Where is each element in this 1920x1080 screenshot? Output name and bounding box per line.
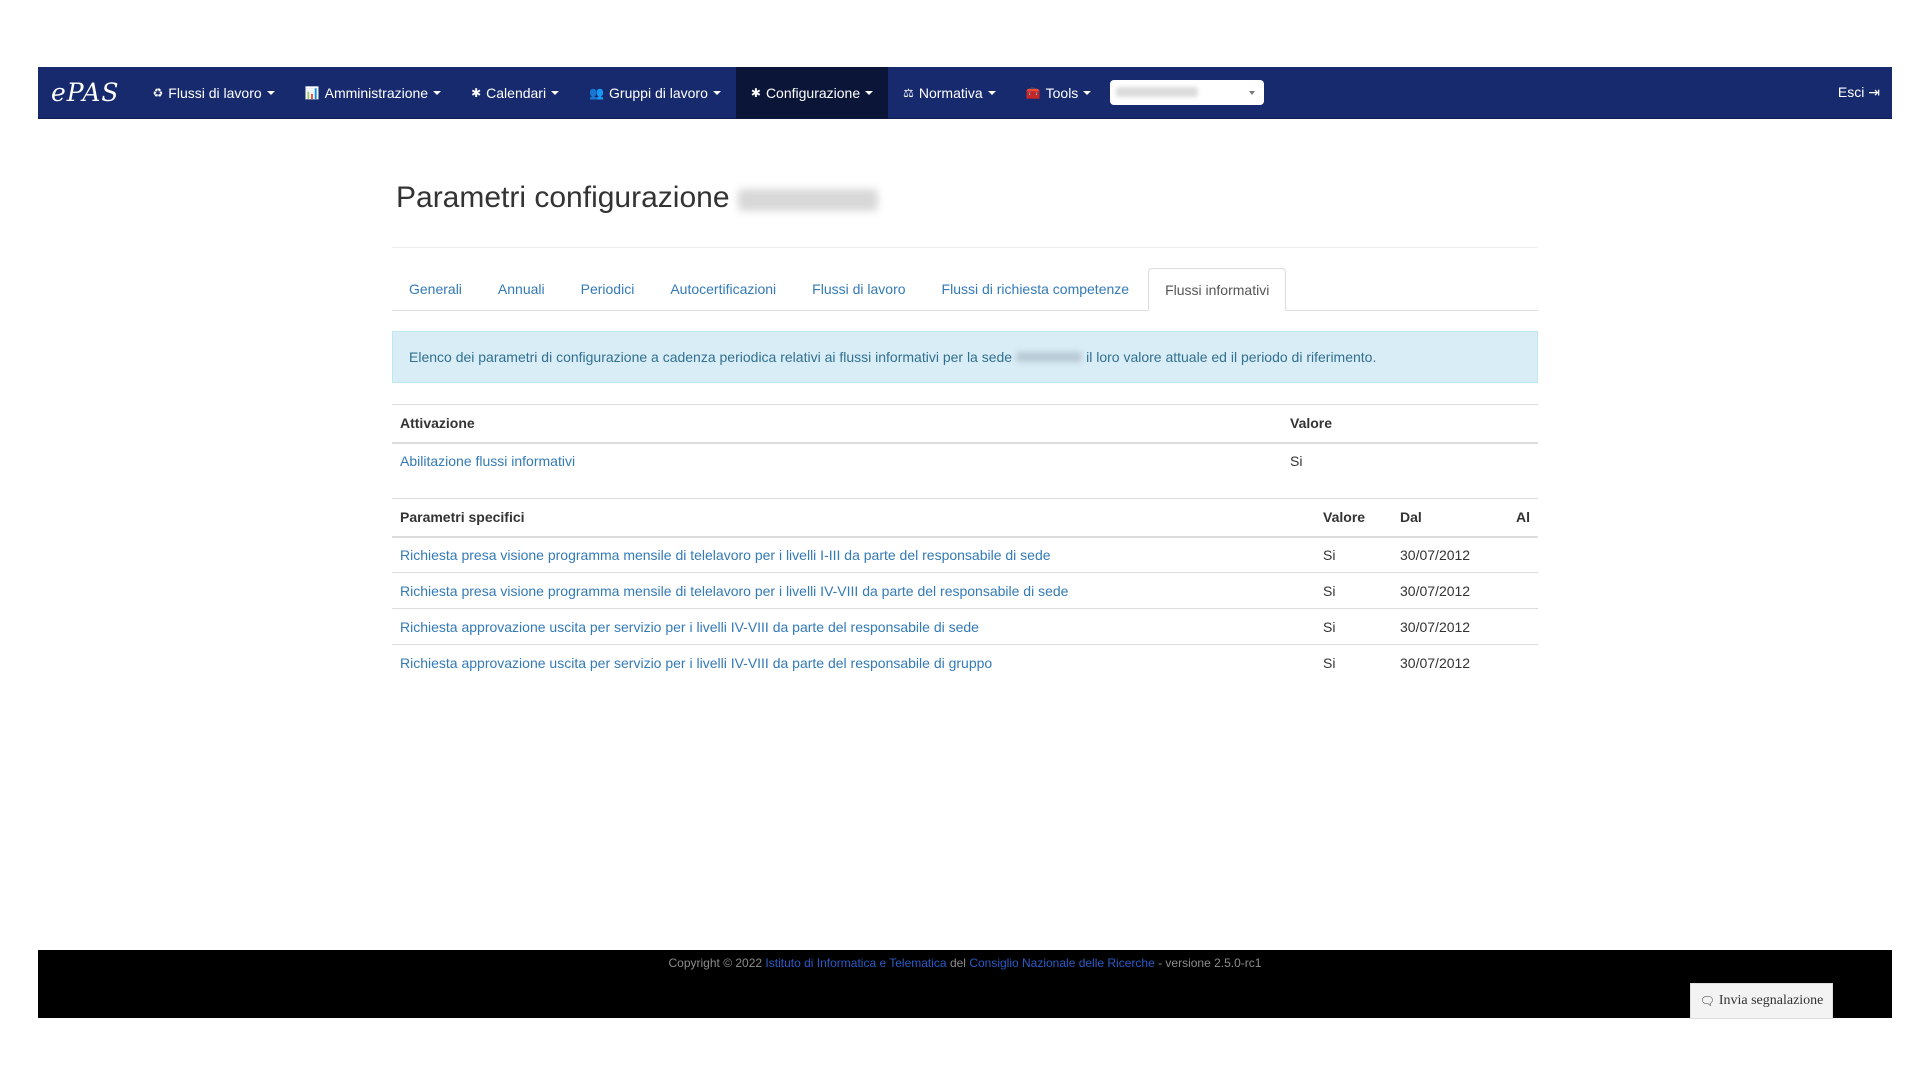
footer-link-iit[interactable]: Istituto di Informatica e Telematica: [765, 956, 946, 970]
table-row: Abilitazione flussi informativi Si: [392, 443, 1538, 479]
select-caret-icon: [1249, 91, 1256, 95]
param-value-cell: Si: [1290, 453, 1303, 469]
column-header-valore: Valore: [1282, 404, 1538, 444]
caret-down-icon: [987, 90, 996, 95]
table-row: Richiesta approvazione uscita per serviz…: [392, 608, 1538, 645]
param-name-cell: Richiesta approvazione uscita per serviz…: [392, 608, 1316, 645]
caret-down-icon: [266, 90, 275, 95]
send-report-button[interactable]: 🗨 Invia segnalazione: [1690, 983, 1833, 1019]
redacted-sede-value: [1116, 87, 1199, 97]
param-name-cell: Richiesta presa visione programma mensil…: [392, 572, 1316, 609]
logout-label: Esci: [1837, 84, 1865, 100]
tab-flussi-di-lavoro[interactable]: Flussi di lavoro: [795, 268, 922, 310]
logout-link[interactable]: Esci ⇥: [1838, 84, 1892, 101]
column-header-attivazione: Attivazione: [392, 404, 1282, 444]
balance-scale-icon: ⚖: [903, 85, 914, 100]
tab-flussi-informativi[interactable]: Flussi informativi: [1148, 268, 1287, 311]
bar-chart-icon: 📊: [304, 85, 320, 100]
brand-logo[interactable]: ePAS: [38, 78, 138, 107]
info-alert: Elenco dei parametri di configurazione a…: [392, 331, 1538, 383]
nav-label: Amministrazione: [324, 84, 429, 101]
nav-label: Flussi di lavoro: [168, 84, 262, 101]
caret-down-icon: [865, 90, 874, 95]
tab-autocertificazioni[interactable]: Autocertificazioni: [653, 268, 793, 310]
param-al-cell: [1508, 608, 1538, 645]
attivazione-table: Attivazione Valore Abilitazione flussi i…: [392, 404, 1538, 479]
param-al-cell: [1508, 644, 1538, 681]
parametri-specifici-table: Parametri specifici Valore Dal Al Richie…: [392, 498, 1538, 681]
table-row: Richiesta presa visione programma mensil…: [392, 537, 1538, 573]
redacted-sede-inline: [1016, 352, 1083, 362]
param-link[interactable]: Richiesta presa visione programma mensil…: [400, 547, 1051, 563]
nav-amministrazione[interactable]: 📊 Amministrazione: [290, 67, 456, 119]
caret-down-icon: [433, 90, 442, 95]
param-name-cell: Richiesta presa visione programma mensil…: [392, 537, 1315, 573]
footer-middle: del: [949, 956, 966, 970]
column-header-dal: Dal: [1392, 498, 1508, 538]
nav-label: Calendari: [486, 84, 547, 101]
nav-configurazione[interactable]: ✱ Configurazione: [735, 66, 889, 119]
nav-label: Gruppi di lavoro: [609, 84, 708, 101]
param-name-cell: Abilitazione flussi informativi: [392, 443, 1282, 479]
param-value-cell: Si: [1315, 608, 1393, 645]
tab-periodici[interactable]: Periodici: [564, 268, 652, 310]
gear-icon: ✱: [750, 85, 761, 100]
tab-annuali[interactable]: Annuali: [481, 268, 562, 310]
nav-tools[interactable]: 🧰 Tools: [1011, 67, 1107, 119]
param-al-cell: [1508, 572, 1538, 609]
column-header-parametri: Parametri specifici: [392, 498, 1316, 538]
column-header-valore: Valore: [1315, 498, 1393, 538]
footer-link-cnr[interactable]: Consiglio Nazionale delle Ricerche: [969, 956, 1154, 970]
param-link[interactable]: Abilitazione flussi informativi: [400, 453, 575, 469]
param-value-cell: Si: [1323, 546, 1336, 563]
page-header: Parametri configurazione: [392, 155, 1538, 248]
send-report-label: Invia segnalazione: [1718, 993, 1824, 1008]
param-dal-cell: 30/07/2012: [1392, 608, 1508, 645]
nav-label: Configurazione: [765, 84, 861, 101]
table-row: Richiesta presa visione programma mensil…: [392, 572, 1538, 609]
tab-generali[interactable]: Generali: [392, 268, 479, 310]
alert-text-after: il loro valore attuale ed il periodo di …: [1086, 349, 1377, 365]
footer-prefix: Copyright © 2022: [668, 956, 763, 970]
gear-icon: ✱: [471, 85, 482, 100]
param-dal-cell: 30/07/2012: [1400, 546, 1471, 563]
nav-label: Tools: [1045, 84, 1079, 101]
param-link[interactable]: Richiesta approvazione uscita per serviz…: [400, 619, 979, 635]
tab-flussi-richiesta-competenze[interactable]: Flussi di richiesta competenze: [925, 268, 1147, 310]
caret-down-icon: [712, 90, 721, 95]
column-header-al: Al: [1508, 498, 1538, 538]
caret-down-icon: [1083, 90, 1092, 95]
param-dal-cell: 30/07/2012: [1392, 644, 1508, 681]
param-value-cell: Si: [1315, 644, 1393, 681]
redacted-sede-name: [738, 189, 878, 211]
param-link[interactable]: Richiesta approvazione uscita per serviz…: [400, 655, 992, 671]
nav-gruppi-di-lavoro[interactable]: 👥 Gruppi di lavoro: [574, 67, 736, 119]
table-header-row: Parametri specifici Valore Dal Al: [392, 498, 1538, 538]
sede-select[interactable]: [1110, 80, 1265, 105]
footer-version: - versione 2.5.0-rc1: [1158, 956, 1262, 970]
alert-text-before: Elenco dei parametri di configurazione a…: [409, 349, 1013, 365]
recycle-icon: ♻: [152, 85, 164, 100]
param-name-cell: Richiesta approvazione uscita per serviz…: [392, 644, 1316, 681]
top-navbar: ePAS ♻ Flussi di lavoro 📊 Amministrazion…: [38, 66, 1892, 119]
nav-calendari[interactable]: ✱ Calendari: [456, 67, 574, 119]
page-footer: Copyright © 2022 Istituto di Informatica…: [38, 950, 1892, 1018]
nav-normativa[interactable]: ⚖ Normativa: [888, 67, 1011, 119]
nav-flussi-di-lavoro[interactable]: ♻ Flussi di lavoro: [138, 67, 290, 119]
table-header-row: Attivazione Valore: [392, 404, 1538, 444]
config-tabs: Generali Annuali Periodici Autocertifica…: [392, 268, 1538, 311]
page-title: Parametri configurazione: [396, 181, 730, 214]
param-link[interactable]: Richiesta presa visione programma mensil…: [400, 583, 1068, 599]
caret-down-icon: [551, 90, 560, 95]
param-value-cell: Si: [1315, 572, 1393, 609]
nav-label: Normativa: [918, 84, 983, 101]
sign-out-icon: ⇥: [1868, 84, 1880, 100]
param-dal-cell: 30/07/2012: [1392, 572, 1508, 609]
comments-icon: 🗨: [1699, 993, 1715, 1008]
users-icon: 👥: [589, 85, 605, 100]
toolbox-icon: 🧰: [1025, 85, 1041, 100]
table-row: Richiesta approvazione uscita per serviz…: [392, 644, 1538, 681]
param-al-cell: [1508, 537, 1538, 573]
footer-copyright: Copyright © 2022 Istituto di Informatica…: [38, 956, 1892, 970]
